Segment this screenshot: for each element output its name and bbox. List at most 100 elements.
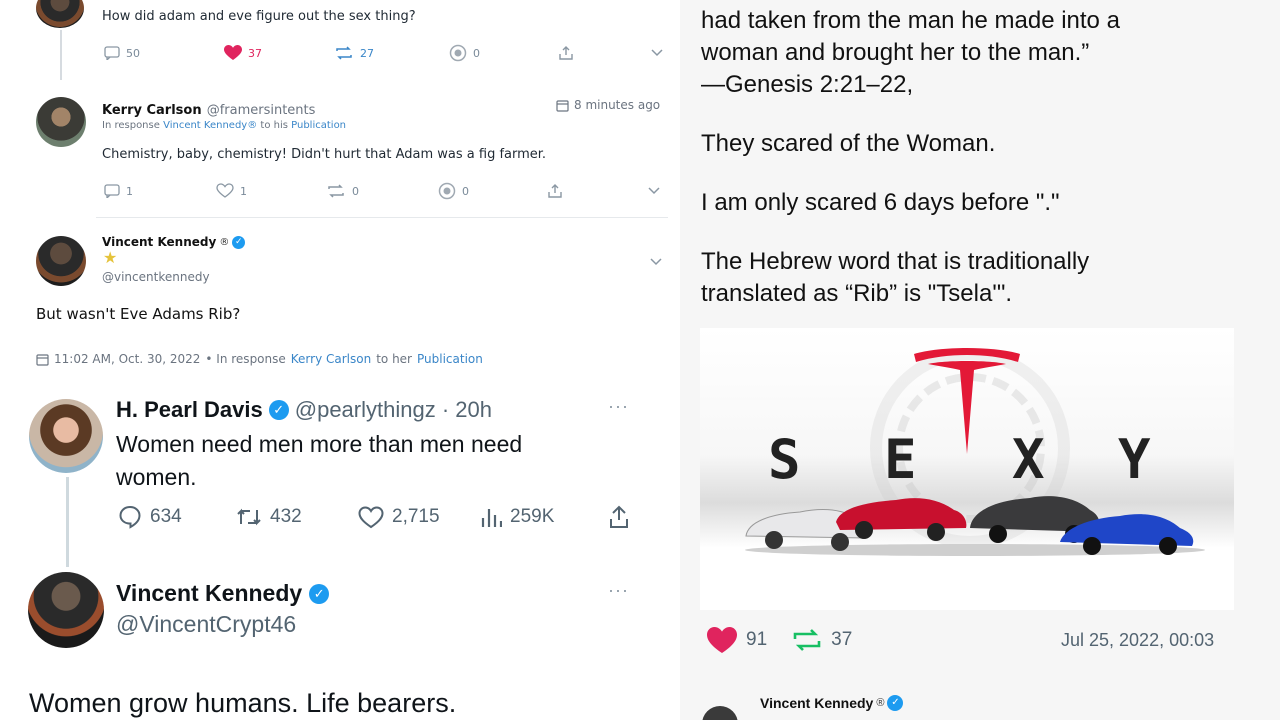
publication-link[interactable]: Publication bbox=[291, 120, 346, 131]
tesla-letter-e: E bbox=[884, 428, 917, 491]
comment-button[interactable]: 1 bbox=[104, 184, 216, 198]
share-icon bbox=[559, 46, 573, 60]
author-handle[interactable]: @pearlythingz · 20h bbox=[295, 397, 492, 423]
like-count: 91 bbox=[746, 629, 768, 650]
share-icon[interactable] bbox=[608, 505, 630, 529]
verified-badge-icon: ✓ bbox=[232, 235, 246, 249]
tweet-header: H. Pearl Davis ✓ @pearlythingz · 20h bbox=[116, 397, 492, 423]
repost-button[interactable]: 0 bbox=[326, 184, 438, 198]
author-name[interactable]: H. Pearl Davis bbox=[116, 397, 263, 423]
analytics-icon bbox=[481, 509, 502, 527]
views-button[interactable]: 0 bbox=[438, 182, 548, 200]
star-icon: ★ bbox=[103, 248, 118, 267]
repost-button[interactable]: 27 bbox=[334, 46, 449, 60]
chevron-down-icon[interactable] bbox=[650, 258, 662, 266]
verified-badge-icon: ✓ bbox=[268, 400, 289, 420]
tweet-header: Vincent Kennedy ✓ bbox=[116, 580, 330, 607]
author-name[interactable]: Kerry Carlson bbox=[102, 103, 202, 118]
share-button[interactable] bbox=[559, 46, 651, 60]
comment-button[interactable]: 50 bbox=[104, 46, 224, 60]
views-icon bbox=[438, 182, 456, 200]
like-button[interactable]: 91 bbox=[706, 626, 767, 654]
response-mid: to her bbox=[376, 352, 412, 366]
verified-badge-icon: ✓ bbox=[887, 695, 904, 711]
tweet-text: Women need men more than men need women. bbox=[116, 428, 522, 494]
retweet-button[interactable]: 432 bbox=[236, 506, 358, 528]
like-button[interactable]: 2,715 bbox=[358, 505, 480, 529]
post-text: Chemistry, baby, chemistry! Didn't hurt … bbox=[102, 147, 547, 162]
avatar[interactable] bbox=[36, 236, 86, 286]
avatar[interactable] bbox=[36, 97, 86, 147]
post-timestamp: 11:02 AM, Oct. 30, 2022 • In response Ke… bbox=[36, 352, 483, 366]
views-count: 0 bbox=[462, 184, 469, 198]
retweet-count: 432 bbox=[270, 506, 302, 527]
tesla-letter-x: X bbox=[1012, 428, 1045, 491]
response-user-link[interactable]: Vincent Kennedy bbox=[163, 120, 247, 131]
tesla-letter-s: S bbox=[768, 428, 801, 491]
thread-line bbox=[60, 30, 62, 80]
views-button[interactable]: 0 bbox=[449, 44, 559, 62]
repost-icon bbox=[328, 184, 344, 198]
post-text-line: woman and brought her to the man.” bbox=[701, 39, 1090, 66]
registered-mark: ® bbox=[876, 697, 885, 709]
share-button[interactable] bbox=[548, 184, 648, 198]
response-mid: to his bbox=[260, 120, 288, 131]
heart-outline-icon bbox=[358, 505, 384, 528]
more-options-icon[interactable]: ··· bbox=[608, 396, 629, 417]
post-text-line: I am only scared 6 days before "." bbox=[701, 189, 1060, 216]
post-text-line: had taken from the man he made into a bbox=[701, 7, 1120, 34]
post-text-line: translated as “Rib” is "Tsela'". bbox=[701, 280, 1013, 307]
comment-icon bbox=[104, 46, 120, 60]
author-name[interactable]: Vincent Kennedy bbox=[760, 695, 873, 711]
post-text: How did adam and eve figure out the sex … bbox=[102, 9, 416, 24]
tesla-letter-y: Y bbox=[1118, 428, 1151, 491]
response-user-link[interactable]: Kerry Carlson bbox=[291, 352, 371, 366]
thread-line bbox=[66, 477, 69, 567]
views-icon bbox=[449, 44, 467, 62]
author-name[interactable]: Vincent Kennedy bbox=[116, 580, 302, 607]
repost-button[interactable]: 37 bbox=[791, 627, 852, 653]
post-actions: 50 37 27 0 bbox=[104, 44, 664, 62]
tweet-text-line: Women need men more than men need bbox=[116, 431, 523, 457]
response-prefix: In response bbox=[102, 120, 160, 131]
repost-count: 0 bbox=[352, 184, 359, 198]
avatar[interactable] bbox=[29, 399, 103, 473]
comment-count: 50 bbox=[126, 46, 140, 60]
post-text-line: They scared of the Woman. bbox=[701, 130, 996, 157]
comment-count: 1 bbox=[126, 184, 133, 198]
tweet-text-line: women. bbox=[116, 464, 197, 490]
more-options-icon[interactable]: ··· bbox=[608, 580, 629, 601]
author-handle[interactable]: @framersintents bbox=[207, 103, 316, 118]
views-button[interactable]: 259K bbox=[480, 506, 608, 528]
tesla-image[interactable]: S E X Y bbox=[700, 328, 1234, 610]
like-button[interactable]: 37 bbox=[224, 45, 334, 61]
publication-link[interactable]: Publication bbox=[417, 352, 483, 366]
right-post: had taken from the man he made into a wo… bbox=[680, 0, 1280, 720]
registered-mark: ® bbox=[219, 236, 230, 248]
post-text: But wasn't Eve Adams Rib? bbox=[36, 305, 241, 323]
post-text-line: —Genesis 2:21–22, bbox=[701, 71, 914, 98]
author-handle[interactable]: @vincentkennedy bbox=[102, 270, 210, 284]
author-handle[interactable]: @VincentCrypt46 bbox=[116, 611, 296, 638]
chevron-down-icon[interactable] bbox=[651, 49, 663, 57]
response-prefix: • In response bbox=[205, 352, 286, 366]
post-header: Vincent Kennedy ® ✓ bbox=[760, 695, 904, 711]
time-ago: 8 minutes ago bbox=[574, 98, 661, 112]
avatar[interactable] bbox=[28, 572, 104, 648]
post-date: Jul 25, 2022, 00:03 bbox=[1061, 630, 1215, 650]
tesla-logo-icon bbox=[914, 348, 1020, 454]
like-count: 37 bbox=[248, 46, 262, 60]
views-count: 259K bbox=[510, 506, 555, 527]
avatar[interactable] bbox=[36, 0, 84, 28]
chevron-down-icon[interactable] bbox=[648, 187, 660, 195]
like-button[interactable]: 1 bbox=[216, 183, 326, 199]
repost-icon bbox=[336, 46, 352, 60]
retweet-icon bbox=[237, 508, 261, 526]
share-icon bbox=[548, 184, 562, 198]
author-name[interactable]: Vincent Kennedy bbox=[102, 235, 216, 249]
tweet-text: Women grow humans. Life bearers. bbox=[29, 688, 457, 718]
reply-button[interactable]: 634 bbox=[118, 505, 236, 529]
tesla-cars-illustration bbox=[745, 496, 1205, 556]
like-count: 2,715 bbox=[392, 506, 440, 527]
avatar[interactable] bbox=[702, 706, 738, 720]
